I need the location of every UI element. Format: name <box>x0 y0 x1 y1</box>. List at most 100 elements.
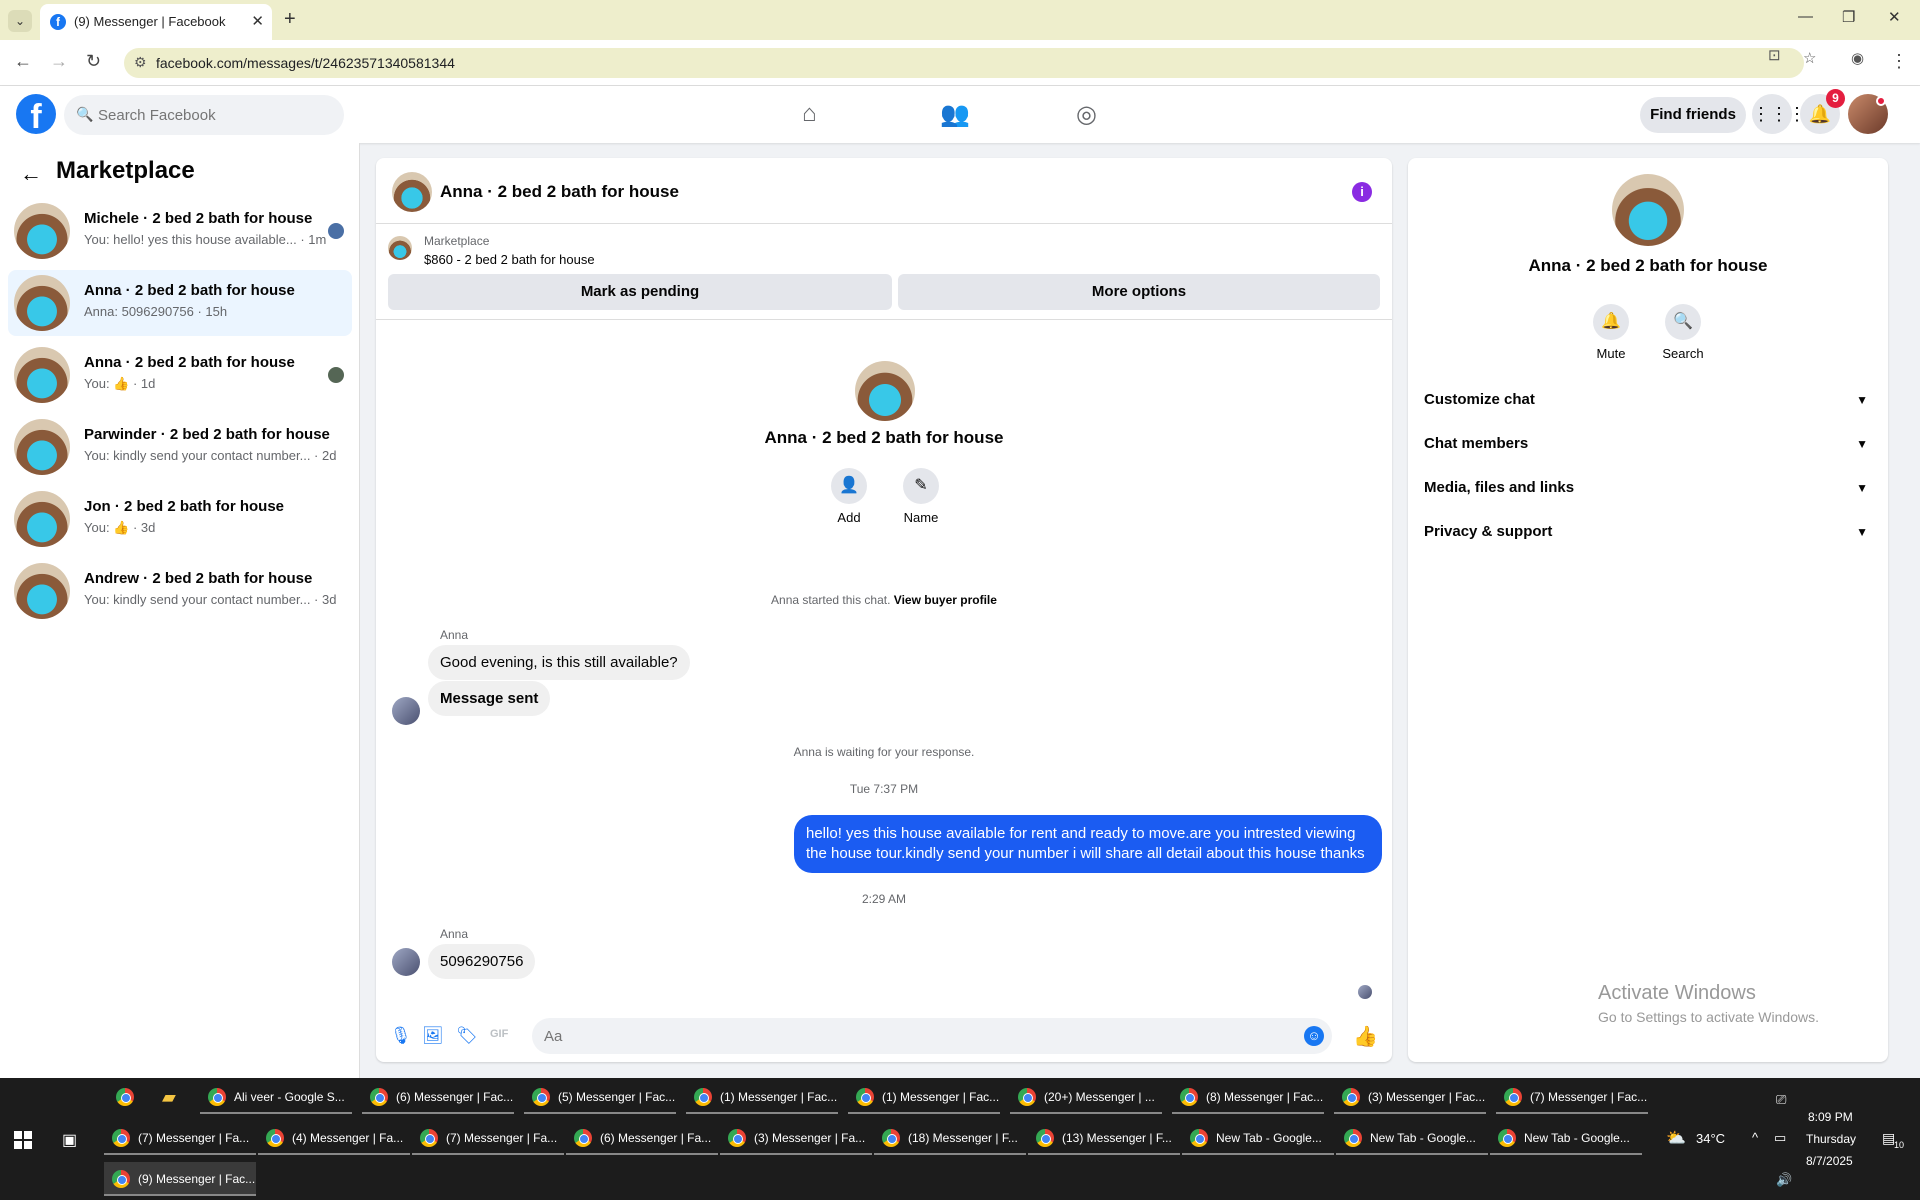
taskbar-window[interactable]: (7) Messenger | Fa... <box>104 1121 256 1155</box>
emoji-icon[interactable]: ☺ <box>1304 1026 1324 1046</box>
message-input-field[interactable]: ☺ <box>532 1018 1332 1054</box>
chrome-pinned-icon[interactable] <box>108 1080 138 1114</box>
taskbar-window[interactable]: (3) Messenger | Fa... <box>720 1121 872 1155</box>
chat-members-row[interactable]: Chat members ▼ <box>1424 426 1872 462</box>
taskbar-window[interactable]: (1) Messenger | Fac... <box>686 1080 838 1114</box>
close-tab-icon[interactable]: ✕ <box>251 12 264 30</box>
site-info-icon[interactable]: ⚙ <box>134 54 147 71</box>
clock-date[interactable]: 8/7/2025 <box>1806 1154 1853 1168</box>
address-bar[interactable]: ⚙ facebook.com/messages/t/24623571340581… <box>124 48 1804 78</box>
reload-icon[interactable]: ↻ <box>86 51 101 72</box>
incoming-message[interactable]: Good evening, is this still available? <box>428 645 690 680</box>
conversation-item[interactable]: Michele · 2 bed 2 bath for house You: he… <box>8 198 352 264</box>
taskbar-window-active[interactable]: (9) Messenger | Fac... <box>104 1162 256 1196</box>
sender-avatar[interactable] <box>392 697 420 725</box>
chrome-icon <box>1018 1088 1036 1106</box>
view-buyer-profile-link[interactable]: View buyer profile <box>894 593 997 607</box>
chat-title[interactable]: Anna · 2 bed 2 bath for house <box>440 182 679 202</box>
conversation-item[interactable]: Parwinder · 2 bed 2 bath for house You: … <box>8 414 352 480</box>
taskbar-window[interactable]: (18) Messenger | F... <box>874 1121 1026 1155</box>
back-arrow-icon[interactable]: ← <box>20 161 42 187</box>
find-friends-button[interactable]: Find friends <box>1640 97 1746 133</box>
facebook-logo[interactable]: f <box>16 94 56 136</box>
weather-icon[interactable]: ⛅ <box>1666 1128 1686 1148</box>
name-action[interactable]: ✎ Name <box>881 468 961 525</box>
incoming-message[interactable]: Message sent <box>428 681 551 716</box>
volume-icon[interactable]: 🔊 <box>1776 1172 1792 1188</box>
groups-icon[interactable]: ◎ <box>1076 100 1097 129</box>
network-icon[interactable]: ▭ <box>1774 1130 1786 1146</box>
microphone-icon[interactable]: 🎙 <box>390 1026 412 1046</box>
media-files-links-row[interactable]: Media, files and links ▼ <box>1424 470 1872 506</box>
taskbar-window[interactable]: (4) Messenger | Fa... <box>258 1121 410 1155</box>
info-icon[interactable]: i <box>1352 182 1372 202</box>
listing-thumbnail[interactable] <box>388 236 412 260</box>
outgoing-message[interactable]: hello! yes this house available for rent… <box>794 815 1382 873</box>
taskbar-window[interactable]: (1) Messenger | Fac... <box>848 1080 1000 1114</box>
taskbar-window[interactable]: (8) Messenger | Fac... <box>1172 1080 1324 1114</box>
taskbar-window-label: (18) Messenger | F... <box>908 1131 1018 1145</box>
taskbar-window[interactable]: (7) Messenger | Fa... <box>412 1121 564 1155</box>
gif-icon[interactable]: GIF <box>490 1028 508 1040</box>
clock-time[interactable]: 8:09 PM <box>1808 1110 1853 1124</box>
conversation-item[interactable]: Andrew · 2 bed 2 bath for house You: kin… <box>8 558 352 624</box>
home-icon[interactable]: ⌂ <box>802 100 817 128</box>
taskbar-window[interactable]: New Tab - Google... <box>1336 1121 1488 1155</box>
bookmark-star-icon[interactable]: ☆ <box>1803 49 1816 67</box>
mark-as-pending-button[interactable]: Mark as pending <box>388 274 892 310</box>
like-icon[interactable]: 👍 <box>1353 1024 1378 1049</box>
close-window-icon[interactable]: ✕ <box>1888 8 1901 26</box>
listing-description[interactable]: $860 - 2 bed 2 bath for house <box>424 252 595 267</box>
taskbar-window[interactable]: (5) Messenger | Fac... <box>524 1080 676 1114</box>
windows-start-icon[interactable] <box>14 1131 32 1149</box>
file-explorer-icon[interactable]: ▰ <box>156 1080 186 1114</box>
browser-tab-active[interactable]: f (9) Messenger | Facebook ✕ <box>40 4 272 40</box>
conversation-item[interactable]: Jon · 2 bed 2 bath for house You: 👍 · 3d <box>8 486 352 552</box>
clock-day[interactable]: Thursday <box>1806 1132 1856 1146</box>
taskbar-window[interactable]: (7) Messenger | Fac... <box>1496 1080 1648 1114</box>
taskbar-window[interactable]: Ali veer - Google S... <box>200 1080 352 1114</box>
chat-panel: Anna · 2 bed 2 bath for house i Marketpl… <box>376 158 1392 1062</box>
forward-icon[interactable]: → <box>50 51 68 72</box>
new-tab-icon[interactable]: + <box>284 8 296 31</box>
search-input[interactable] <box>98 95 328 135</box>
facebook-search[interactable]: 🔍 <box>64 95 344 135</box>
photo-icon[interactable]: 🖼 <box>422 1026 444 1046</box>
customize-chat-row[interactable]: Customize chat ▼ <box>1424 382 1872 418</box>
conversation-item-active[interactable]: Anna · 2 bed 2 bath for house Anna: 5096… <box>8 270 352 336</box>
browser-menu-icon[interactable]: ⋮ <box>1890 51 1908 72</box>
incoming-message[interactable]: 5096290756 <box>428 944 536 979</box>
search-action[interactable]: 🔍 Search <box>1648 304 1718 361</box>
taskbar-window[interactable]: (20+) Messenger | ... <box>1010 1080 1162 1114</box>
back-icon[interactable]: ← <box>14 51 32 72</box>
taskbar-window[interactable]: (3) Messenger | Fac... <box>1334 1080 1486 1114</box>
minimize-icon[interactable]: — <box>1798 8 1813 25</box>
weather-temperature[interactable]: 34°C <box>1696 1131 1725 1146</box>
menu-grid-icon[interactable]: ⋮⋮⋮ <box>1752 94 1806 134</box>
details-avatar[interactable] <box>1612 174 1684 246</box>
more-options-button[interactable]: More options <box>898 274 1380 310</box>
privacy-support-row[interactable]: Privacy & support ▼ <box>1424 514 1872 550</box>
taskbar-window[interactable]: (6) Messenger | Fac... <box>362 1080 514 1114</box>
chrome-icon <box>116 1088 134 1106</box>
message-input[interactable] <box>544 1018 1284 1054</box>
profile-icon[interactable]: ◉ <box>1851 49 1864 67</box>
conversation-item[interactable]: Anna · 2 bed 2 bath for house You: 👍 · 1… <box>8 342 352 408</box>
tab-search-icon[interactable]: ⌄ <box>8 10 32 32</box>
chat-avatar[interactable] <box>392 172 432 212</box>
taskbar-window[interactable]: (6) Messenger | Fa... <box>566 1121 718 1155</box>
taskbar-window[interactable]: New Tab - Google... <box>1182 1121 1334 1155</box>
mute-action[interactable]: 🔔 Mute <box>1576 304 1646 361</box>
taskbar-window[interactable]: (13) Messenger | F... <box>1028 1121 1180 1155</box>
sender-avatar[interactable] <box>392 948 420 976</box>
sticker-icon[interactable]: 🏷 <box>456 1026 478 1046</box>
screen-icon[interactable]: ⎚ <box>1776 1092 1786 1108</box>
taskbar-window[interactable]: New Tab - Google... <box>1490 1121 1642 1155</box>
chrome-icon <box>532 1088 550 1106</box>
friends-icon[interactable]: 👥 <box>940 100 970 129</box>
task-view-icon[interactable]: ▣ <box>62 1130 77 1150</box>
add-action[interactable]: 👤 Add <box>809 468 889 525</box>
chevron-up-icon[interactable]: ^ <box>1752 1130 1758 1145</box>
install-app-icon[interactable]: ⊡ <box>1768 46 1781 64</box>
restore-icon[interactable]: ❐ <box>1842 8 1855 26</box>
